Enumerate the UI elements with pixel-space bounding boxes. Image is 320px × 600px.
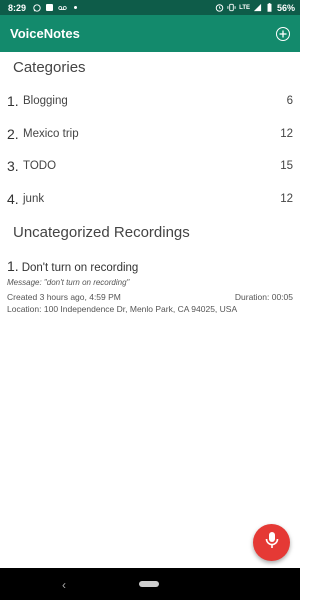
status-right: LTE 56% [215, 3, 295, 13]
recording-name: Don't turn on recording [21, 262, 139, 274]
image-icon [45, 3, 54, 12]
recording-message: Message: "don't turn on recording" [7, 278, 130, 287]
categories-heading: Categories [13, 59, 86, 76]
signal-icon [253, 3, 262, 12]
home-pill-icon[interactable] [139, 581, 159, 587]
category-row-blogging[interactable]: 1. Blogging 6 [0, 87, 300, 115]
status-left: 8:29 [8, 3, 80, 13]
recording-duration: Duration: 00:05 [234, 292, 293, 302]
vibrate-icon [227, 3, 236, 12]
category-row-todo[interactable]: 3. TODO 15 [0, 152, 300, 180]
navigation-bar: ‹ [0, 568, 300, 600]
category-name: TODO [23, 160, 57, 172]
recording-location: Location: 100 Independence Dr, Menlo Par… [7, 304, 238, 314]
category-count: 12 [280, 193, 293, 205]
category-count: 12 [280, 128, 293, 140]
status-bar: 8:29 LTE 56% [0, 0, 300, 15]
back-icon[interactable]: ‹ [62, 578, 66, 592]
category-name: Blogging [23, 95, 68, 107]
category-row-mexico-trip[interactable]: 2. Mexico trip 12 [0, 120, 300, 148]
battery-percent: 56% [276, 2, 295, 13]
category-number: 1. [7, 93, 19, 109]
category-count: 15 [280, 160, 293, 172]
recording-number: 1. [7, 258, 19, 274]
voicemail-icon [58, 3, 67, 12]
uncategorized-heading: Uncategorized Recordings [13, 224, 190, 241]
whatsapp-icon [32, 3, 41, 12]
category-row-junk[interactable]: 4. junk 12 [0, 185, 300, 213]
recording-title-row: 1. Don't turn on recording [7, 258, 138, 274]
category-name: Mexico trip [23, 128, 79, 140]
app-title: VoiceNotes [10, 26, 80, 41]
category-number: 3. [7, 158, 19, 174]
microphone-icon [265, 531, 279, 554]
battery-icon [265, 3, 274, 12]
alarm-icon [215, 3, 224, 12]
network-label: LTE [239, 4, 250, 11]
category-count: 6 [286, 95, 293, 107]
dot-icon [71, 3, 80, 12]
app-bar: VoiceNotes [0, 15, 300, 52]
category-number: 2. [7, 126, 19, 142]
add-circle-icon[interactable] [276, 26, 290, 41]
category-number: 4. [7, 191, 19, 207]
category-name: junk [23, 193, 45, 205]
recording-created: Created 3 hours ago, 4:59 PM [7, 292, 121, 302]
status-time: 8:29 [8, 2, 27, 13]
recording-item[interactable]: 1. Don't turn on recording Message: "don… [0, 258, 300, 322]
record-button[interactable] [253, 524, 290, 561]
